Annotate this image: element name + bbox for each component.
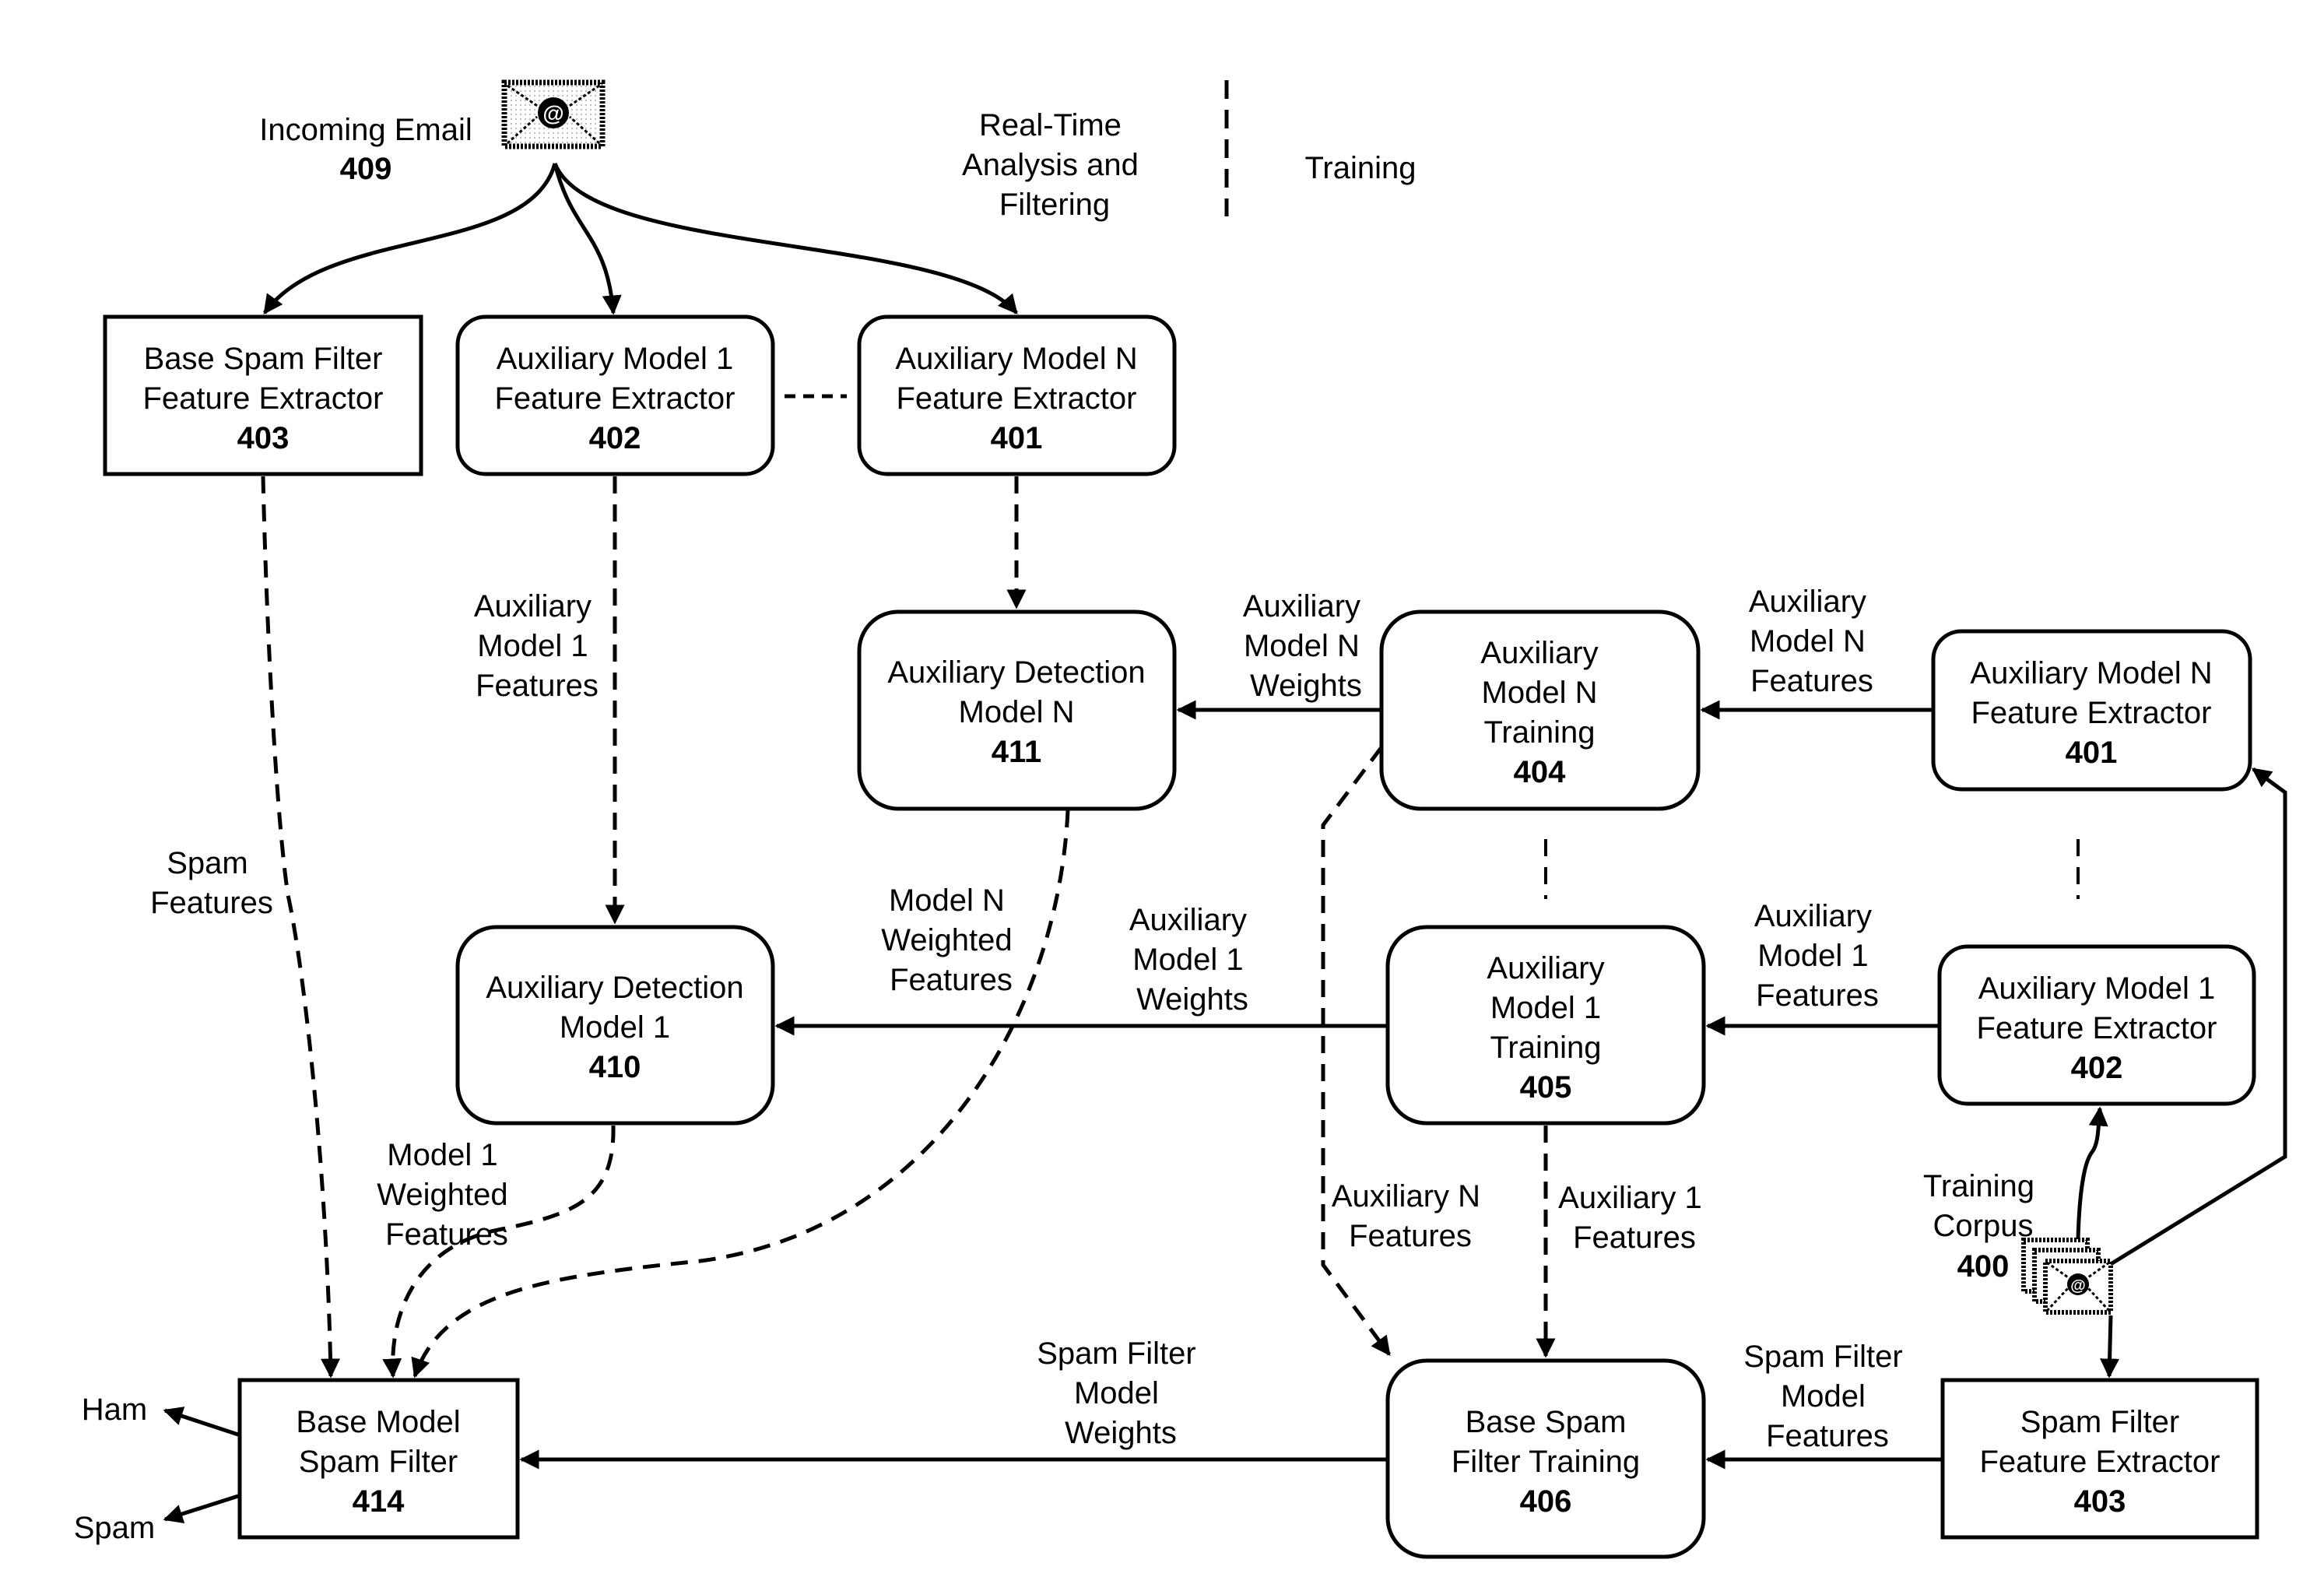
label-auxN-weights: Auxiliary Model N Weights — [1243, 589, 1369, 703]
incoming-email-ref: 409 — [340, 152, 392, 186]
edge-corpus-to-403 — [2100, 1315, 2120, 1379]
training-corpus-label: Training Corpus — [1923, 1169, 2043, 1243]
svg-text:@: @ — [542, 101, 563, 125]
box-base-model-spam-filter-414: Base Model Spam Filter 414 — [237, 1378, 520, 1540]
svg-text:404: 404 — [1514, 755, 1566, 789]
edge-email-to-401 — [553, 163, 1018, 314]
svg-text:402: 402 — [2071, 1051, 2123, 1085]
box-aux-model-n-training-404: Auxiliary Model N Training 404 — [1379, 609, 1701, 811]
svg-text:AuxiliaryModel 1Training: Auxiliary Model 1 Training — [1487, 951, 1604, 1065]
label-aux1-weights: Auxiliary Model 1 Weights — [1129, 903, 1255, 1017]
svg-text:411: 411 — [992, 735, 1042, 769]
svg-text:403: 403 — [237, 421, 290, 455]
training-corpus-ref: 400 — [1957, 1249, 2010, 1284]
svg-text:410: 410 — [589, 1050, 641, 1084]
edge-403-to-414 — [261, 476, 341, 1379]
svg-text:406: 406 — [1520, 1484, 1572, 1519]
label-aux1-features-top: Auxiliary Model 1 Features — [474, 589, 600, 703]
output-ham-label: Ham — [82, 1393, 147, 1427]
realtime-section-label: Real-Time Analysis and Filtering — [962, 108, 1147, 222]
svg-text:@: @ — [2070, 1277, 2086, 1294]
label-spam-features: Spam Features — [150, 846, 273, 920]
box-spam-filter-feature-extractor-403-training: Spam Filter Feature Extractor 403 — [1940, 1378, 2259, 1540]
box-base-spam-filter-training-406: Base Spam Filter Training 406 — [1385, 1358, 1706, 1559]
label-aux1-features-right: Auxiliary Model 1 Features — [1754, 899, 1880, 1013]
svg-text:401: 401 — [991, 421, 1043, 455]
email-stack-icon: @ — [2021, 1238, 2113, 1315]
label-model1-weighted: Model 1 Weighted Features — [377, 1138, 516, 1252]
training-section-label: Training — [1304, 151, 1416, 185]
output-spam-label: Spam — [74, 1511, 156, 1545]
edge-404-to-406 — [1321, 746, 1392, 1357]
svg-text:414: 414 — [353, 1484, 405, 1519]
svg-text:403: 403 — [2074, 1484, 2126, 1519]
label-sf-model-features: Spam Filter Model Features — [1743, 1340, 1912, 1453]
box-aux-model-n-feature-extractor-401-training: Auxiliary Model N Feature Extractor 401 — [1931, 629, 2252, 792]
box-aux-model-1-feature-extractor-402: Auxiliary Model 1 Feature Extractor 402 — [455, 314, 775, 476]
edge-email-to-402 — [553, 163, 622, 315]
edge-corpus-to-402 — [2076, 1106, 2108, 1240]
label-auxN-features: Auxiliary Model N Features — [1749, 585, 1875, 698]
svg-text:AuxiliaryModel NTraining: Auxiliary Model N Training — [1480, 636, 1598, 750]
label-sf-model-weights: Spam Filter Model Weights — [1037, 1336, 1205, 1450]
svg-text:401: 401 — [2066, 736, 2118, 770]
box-base-spam-filter-feature-extractor-403: Base Spam Filter Feature Extractor 403 — [103, 314, 423, 476]
box-aux-detection-model-n-411: Auxiliary Detection Model N 411 — [857, 609, 1177, 811]
box-aux-model-1-feature-extractor-402-training: Auxiliary Model 1 Feature Extractor 402 — [1937, 944, 2256, 1106]
svg-text:405: 405 — [1520, 1070, 1572, 1105]
edge-email-to-403 — [262, 163, 557, 315]
spam-filter-architecture-diagram: Real-Time Analysis and Filtering Trainin… — [74, 79, 2287, 1559]
box-aux-model-1-training-405: Auxiliary Model 1 Training 405 — [1385, 925, 1706, 1126]
edge-414-to-spam — [163, 1494, 239, 1524]
label-modelN-weighted: Model N Weighted Features — [881, 883, 1020, 997]
edge-414-to-ham — [163, 1407, 239, 1437]
box-aux-detection-model-1-410: Auxiliary Detection Model 1 410 — [455, 925, 775, 1126]
box-aux-model-n-feature-extractor-401: Auxiliary Model N Feature Extractor 401 — [857, 314, 1177, 476]
svg-text:402: 402 — [589, 421, 641, 455]
email-icon: @ — [501, 79, 606, 149]
label-auxN-features-bottom: Auxiliary N Features — [1332, 1179, 1489, 1253]
label-aux1-features-bottom: Auxiliary 1 Features — [1558, 1181, 1711, 1255]
incoming-email-label: Incoming Email — [259, 113, 472, 147]
